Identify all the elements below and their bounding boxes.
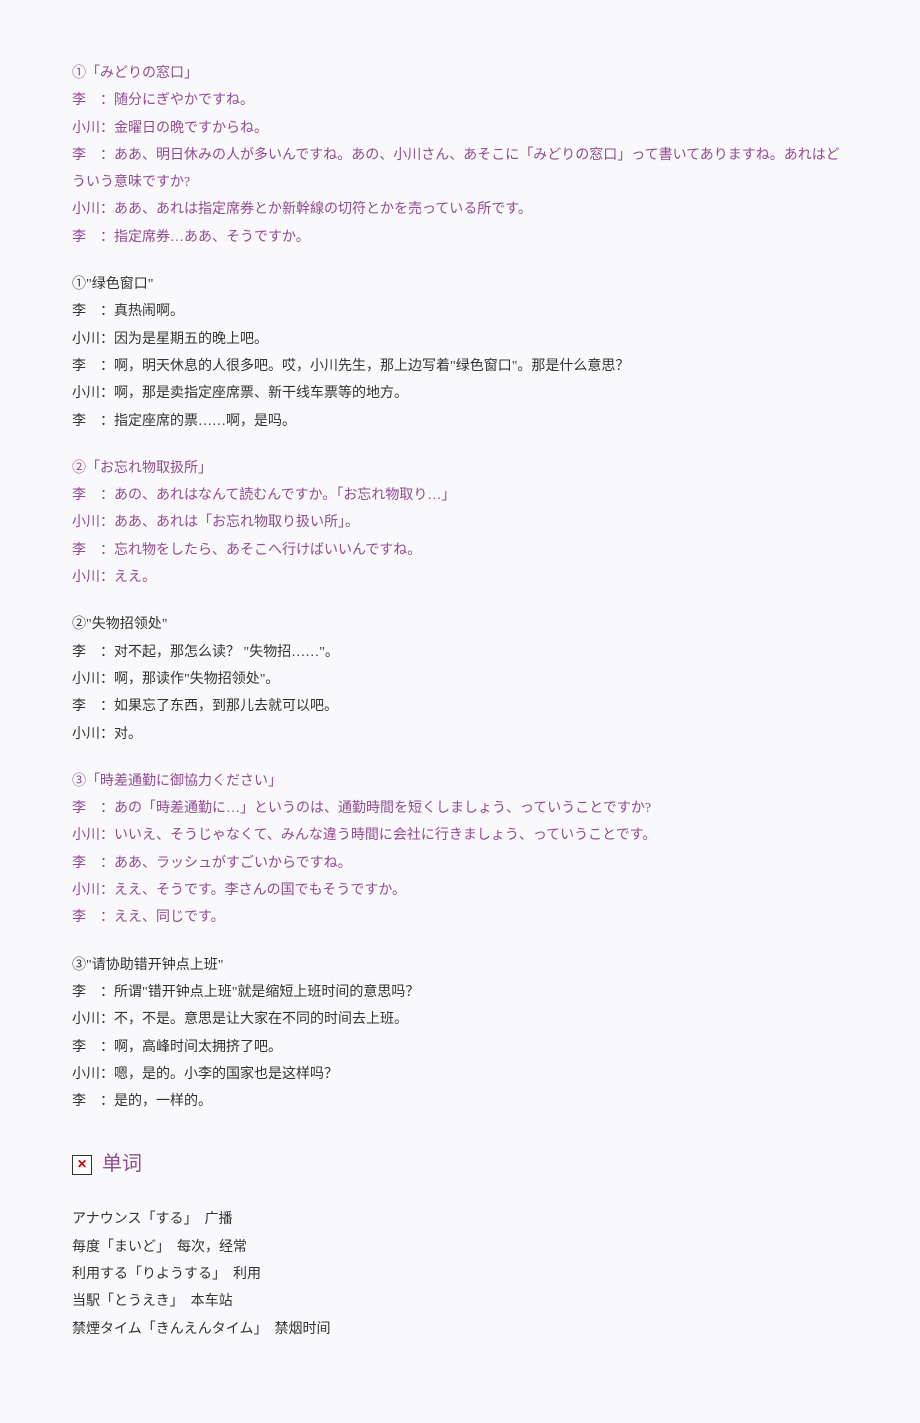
- dialogue-2-cn: ②"失物招领处" 李 ：对不起，那怎么读？ "失物招……"。 小川：啊，那读作"…: [72, 611, 848, 747]
- dialogue-line: 李 ：对不起，那怎么读？ "失物招……"。: [72, 639, 848, 666]
- dialogue-line: 李 ：是的，一样的。: [72, 1088, 848, 1115]
- dialogue-line: 李 ：啊，明天休息的人很多吧。哎，小川先生，那上边写着"绿色窗口"。那是什么意思…: [72, 353, 848, 380]
- dialogue-3-jp: ③「時差通勤に御協力ください」 李 ：あの「時差通勤に…」というのは、通勤時間を…: [72, 768, 848, 932]
- broken-image-icon: [72, 1155, 92, 1175]
- dialogue-line: 李 ：あの、あれはなんて読むんですか。「お忘れ物取り…」: [72, 482, 848, 509]
- dialogue-title: ①"绿色窗口": [72, 271, 848, 298]
- dialogue-line: 小川：啊，那是卖指定座席票、新干线车票等的地方。: [72, 380, 848, 407]
- vocab-item: 禁煙タイム「きんえんタイム」 禁烟时间: [72, 1316, 848, 1343]
- dialogue-line: 小川：嗯，是的。小李的国家也是这样吗？: [72, 1061, 848, 1088]
- dialogue-1-cn: ①"绿色窗口" 李 ：真热闹啊。 小川：因为是星期五的晚上吧。 李 ：啊，明天休…: [72, 271, 848, 435]
- dialogue-line: 李 ：所谓"错开钟点上班"就是缩短上班时间的意思吗？: [72, 979, 848, 1006]
- dialogue-line: 小川：对。: [72, 721, 848, 748]
- dialogue-1-jp: ①「みどりの窓口」 李 ：随分にぎやかですね。 小川：金曜日の晩ですからね。 李…: [72, 60, 848, 251]
- dialogue-line: 李 ：随分にぎやかですね。: [72, 87, 848, 114]
- dialogue-line: 李 ：あの「時差通勤に…」というのは、通勤時間を短くしましょう、っていうことです…: [72, 795, 848, 822]
- dialogue-line: 小川：ああ、あれは「お忘れ物取り扱い所」。: [72, 509, 848, 536]
- dialogue-line: 小川：啊，那读作"失物招领处"。: [72, 666, 848, 693]
- dialogue-title: ③「時差通勤に御協力ください」: [72, 768, 848, 795]
- vocab-heading-text: 单词: [102, 1145, 142, 1184]
- dialogue-line: 小川：ええ。: [72, 564, 848, 591]
- dialogue-line: 李 ：忘れ物をしたら、あそこへ行けばいいんですね。: [72, 537, 848, 564]
- vocab-list: アナウンス「する」 广播 毎度「まいど」 每次，经常 利用する「りようする」 利…: [72, 1206, 848, 1342]
- dialogue-line: 李 ：啊，高峰时间太拥挤了吧。: [72, 1034, 848, 1061]
- dialogue-title: ①「みどりの窓口」: [72, 60, 848, 87]
- dialogue-line: 李 ：指定席券…ああ、そうですか。: [72, 224, 848, 251]
- dialogue-line: 李 ：ああ、ラッシュがすごいからですね。: [72, 850, 848, 877]
- dialogue-3-cn: ③"请协助错开钟点上班" 李 ：所谓"错开钟点上班"就是缩短上班时间的意思吗？ …: [72, 952, 848, 1116]
- dialogue-2-jp: ②「お忘れ物取扱所」 李 ：あの、あれはなんて読むんですか。「お忘れ物取り…」 …: [72, 455, 848, 591]
- dialogue-line: 小川：ああ、あれは指定席券とか新幹線の切符とかを売っている所です。: [72, 196, 848, 223]
- dialogue-line: 李 ：如果忘了东西，到那儿去就可以吧。: [72, 693, 848, 720]
- dialogue-title: ③"请协助错开钟点上班": [72, 952, 848, 979]
- dialogue-line: 李 ：ええ、同じです。: [72, 904, 848, 931]
- dialogue-line: 小川：因为是星期五的晚上吧。: [72, 326, 848, 353]
- vocab-item: アナウンス「する」 广播: [72, 1206, 848, 1233]
- dialogue-line: 小川：ええ、そうです。李さんの国でもそうですか。: [72, 877, 848, 904]
- vocab-item: 毎度「まいど」 每次，经常: [72, 1234, 848, 1261]
- dialogue-title: ②「お忘れ物取扱所」: [72, 455, 848, 482]
- dialogue-line: 小川：不，不是。意思是让大家在不同的时间去上班。: [72, 1006, 848, 1033]
- dialogue-line: 李 ：ああ、明日休みの人が多いんですね。あの、小川さん、あそこに「みどりの窓口」…: [72, 142, 848, 197]
- vocab-item: 利用する「りようする」 利用: [72, 1261, 848, 1288]
- dialogue-line: 小川：金曜日の晩ですからね。: [72, 115, 848, 142]
- dialogue-title: ②"失物招领处": [72, 611, 848, 638]
- vocab-section-heading: 单词: [72, 1145, 848, 1184]
- dialogue-line: 李 ：真热闹啊。: [72, 298, 848, 325]
- dialogue-line: 李 ：指定座席的票……啊，是吗。: [72, 408, 848, 435]
- dialogue-line: 小川：いいえ、そうじゃなくて、みんな違う時間に会社に行きましょう、っていうことで…: [72, 822, 848, 849]
